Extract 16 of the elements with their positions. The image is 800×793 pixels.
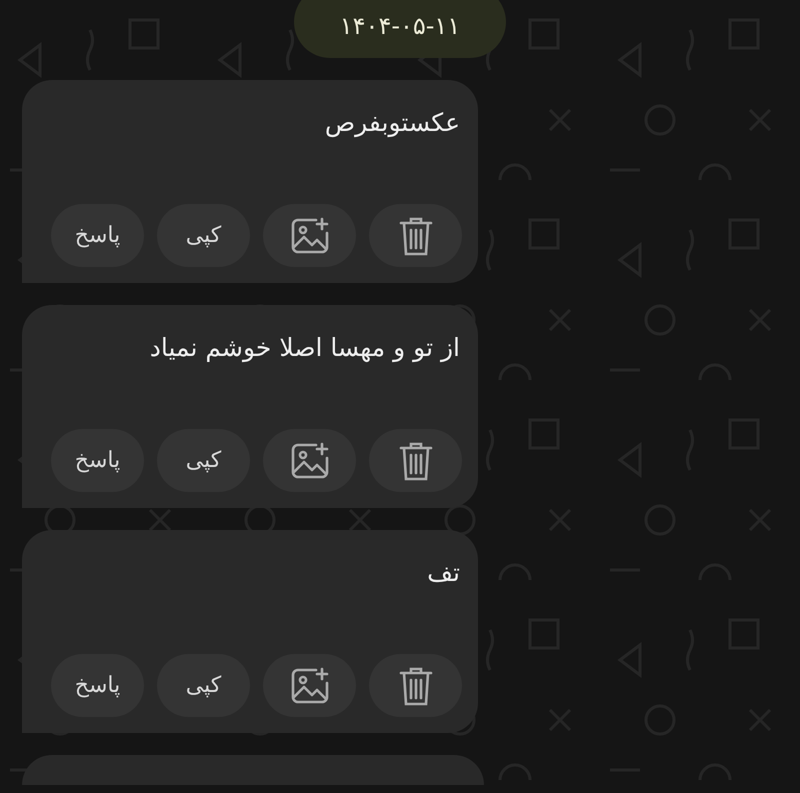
action-button[interactable]: کپی <box>157 429 250 492</box>
message-text: عکستوبفرص <box>324 108 461 137</box>
action-button[interactable]: پاسخ <box>51 654 144 717</box>
trash-icon <box>398 664 434 706</box>
action-button[interactable]: کپی <box>157 204 250 267</box>
trash-icon <box>398 440 434 482</box>
action-button[interactable]: کپی <box>157 654 250 717</box>
message-text: تف <box>426 558 461 587</box>
add-image-icon <box>290 666 330 704</box>
action-button[interactable]: پاسخ <box>51 204 144 267</box>
message-text: از تو و مهسا اصلا خوشم نمیاد <box>148 333 461 362</box>
add-image-icon <box>290 442 330 480</box>
date-badge: ۱۴۰۴-۰۵-۱۱ <box>294 0 506 58</box>
add-image-icon <box>290 216 330 254</box>
trash-icon <box>398 214 434 256</box>
action-button[interactable]: پاسخ <box>51 429 144 492</box>
